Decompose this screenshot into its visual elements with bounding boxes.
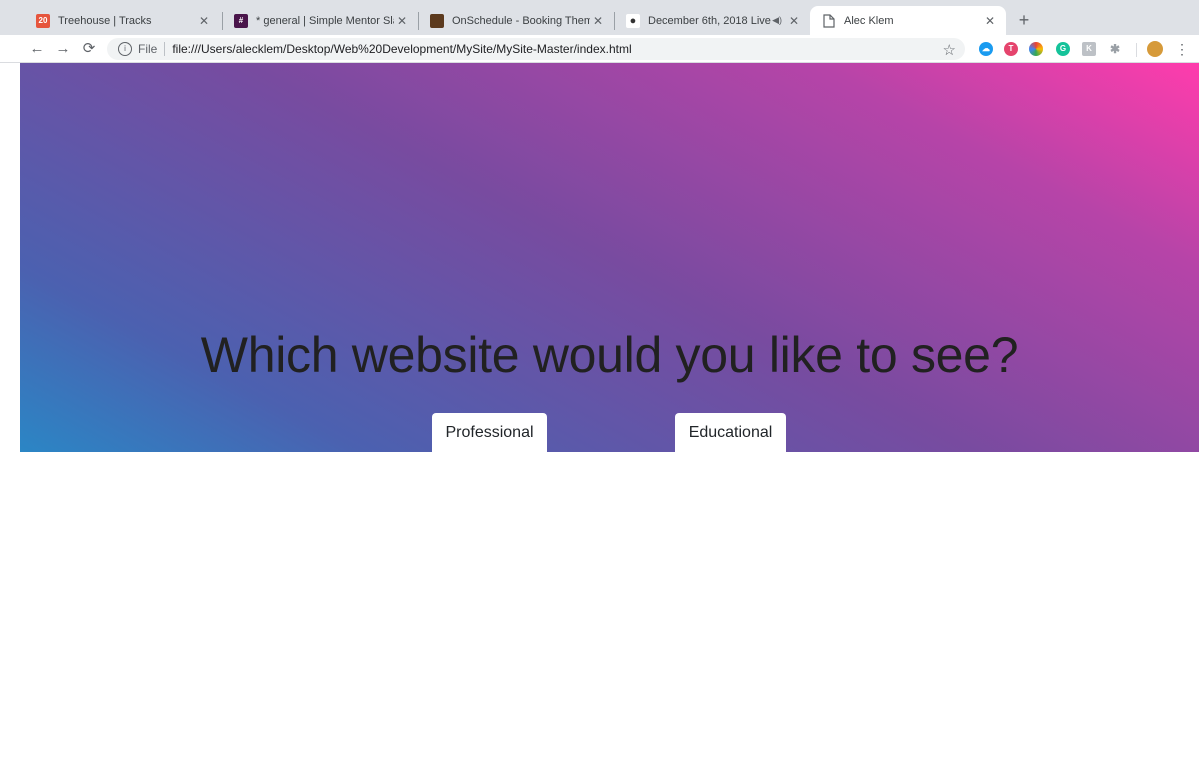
tab-strip: 20 Treehouse | Tracks ✕ # * general | Si… bbox=[0, 0, 1199, 35]
page-icon bbox=[822, 13, 836, 28]
slack-icon: # bbox=[234, 13, 248, 28]
forward-arrow-icon[interactable]: → bbox=[53, 39, 73, 59]
k-extension-icon[interactable]: K bbox=[1082, 42, 1096, 56]
url-text[interactable]: file:///Users/alecklem/Desktop/Web%20Dev… bbox=[172, 42, 631, 56]
bookmark-star-icon[interactable]: ☆ bbox=[943, 41, 956, 59]
bug-extension-icon[interactable]: ✱ bbox=[1108, 42, 1122, 56]
toggl-extension-icon[interactable]: T bbox=[1004, 42, 1018, 56]
hero-section: Which website would you like to see? Pro… bbox=[20, 63, 1199, 452]
back-arrow-icon[interactable]: ← bbox=[27, 39, 47, 59]
address-bar[interactable]: i File file:///Users/alecklem/Desktop/We… bbox=[107, 38, 965, 60]
tab-title: December 6th, 2018 Live bbox=[648, 14, 771, 27]
tab-slack[interactable]: # * general | Simple Mentor Slack ✕ bbox=[222, 6, 418, 35]
scheme-label: File bbox=[138, 42, 158, 56]
info-icon[interactable]: i bbox=[118, 42, 132, 56]
page-viewport: Which website would you like to see? Pro… bbox=[20, 63, 1199, 760]
cloud-extension-icon[interactable]: ☁ bbox=[979, 42, 993, 56]
close-icon[interactable]: ✕ bbox=[394, 14, 410, 28]
avatar[interactable] bbox=[1147, 41, 1163, 57]
more-menu-icon[interactable]: ⋮ bbox=[1175, 40, 1189, 58]
treehouse-icon: 20 bbox=[36, 13, 50, 28]
reload-icon[interactable]: ⟳ bbox=[79, 39, 99, 59]
close-icon[interactable]: ✕ bbox=[786, 14, 802, 28]
tab-alec-klem[interactable]: Alec Klem ✕ bbox=[810, 6, 1006, 35]
professional-button[interactable]: Professional bbox=[432, 413, 547, 452]
tab-title: OnSchedule - Booking Theme bbox=[452, 14, 590, 27]
color-picker-extension-icon[interactable] bbox=[1029, 42, 1043, 56]
close-icon[interactable]: ✕ bbox=[590, 14, 606, 28]
toolbar-divider bbox=[1136, 43, 1137, 57]
github-icon: ● bbox=[626, 13, 640, 28]
tab-treehouse[interactable]: 20 Treehouse | Tracks ✕ bbox=[24, 6, 220, 35]
tab-title: Alec Klem bbox=[844, 14, 894, 27]
educational-button[interactable]: Educational bbox=[675, 413, 786, 452]
tab-title: * general | Simple Mentor Slack bbox=[256, 14, 394, 27]
close-icon[interactable]: ✕ bbox=[982, 14, 998, 28]
tab-onschedule[interactable]: OnSchedule - Booking Theme ✕ bbox=[418, 6, 614, 35]
grammarly-extension-icon[interactable]: G bbox=[1056, 42, 1070, 56]
tab-github[interactable]: ● December 6th, 2018 Live ◀) ✕ bbox=[614, 6, 810, 35]
new-tab-icon[interactable]: + bbox=[1014, 10, 1034, 30]
address-divider bbox=[164, 42, 166, 56]
onschedule-icon bbox=[430, 13, 444, 28]
browser-toolbar: ← → ⟳ i File file:///Users/alecklem/Desk… bbox=[0, 35, 1199, 63]
speaker-icon[interactable]: ◀) bbox=[772, 15, 782, 26]
page-title: Which website would you like to see? bbox=[200, 327, 1019, 383]
close-icon[interactable]: ✕ bbox=[196, 14, 212, 28]
tab-title: Treehouse | Tracks bbox=[58, 14, 152, 27]
